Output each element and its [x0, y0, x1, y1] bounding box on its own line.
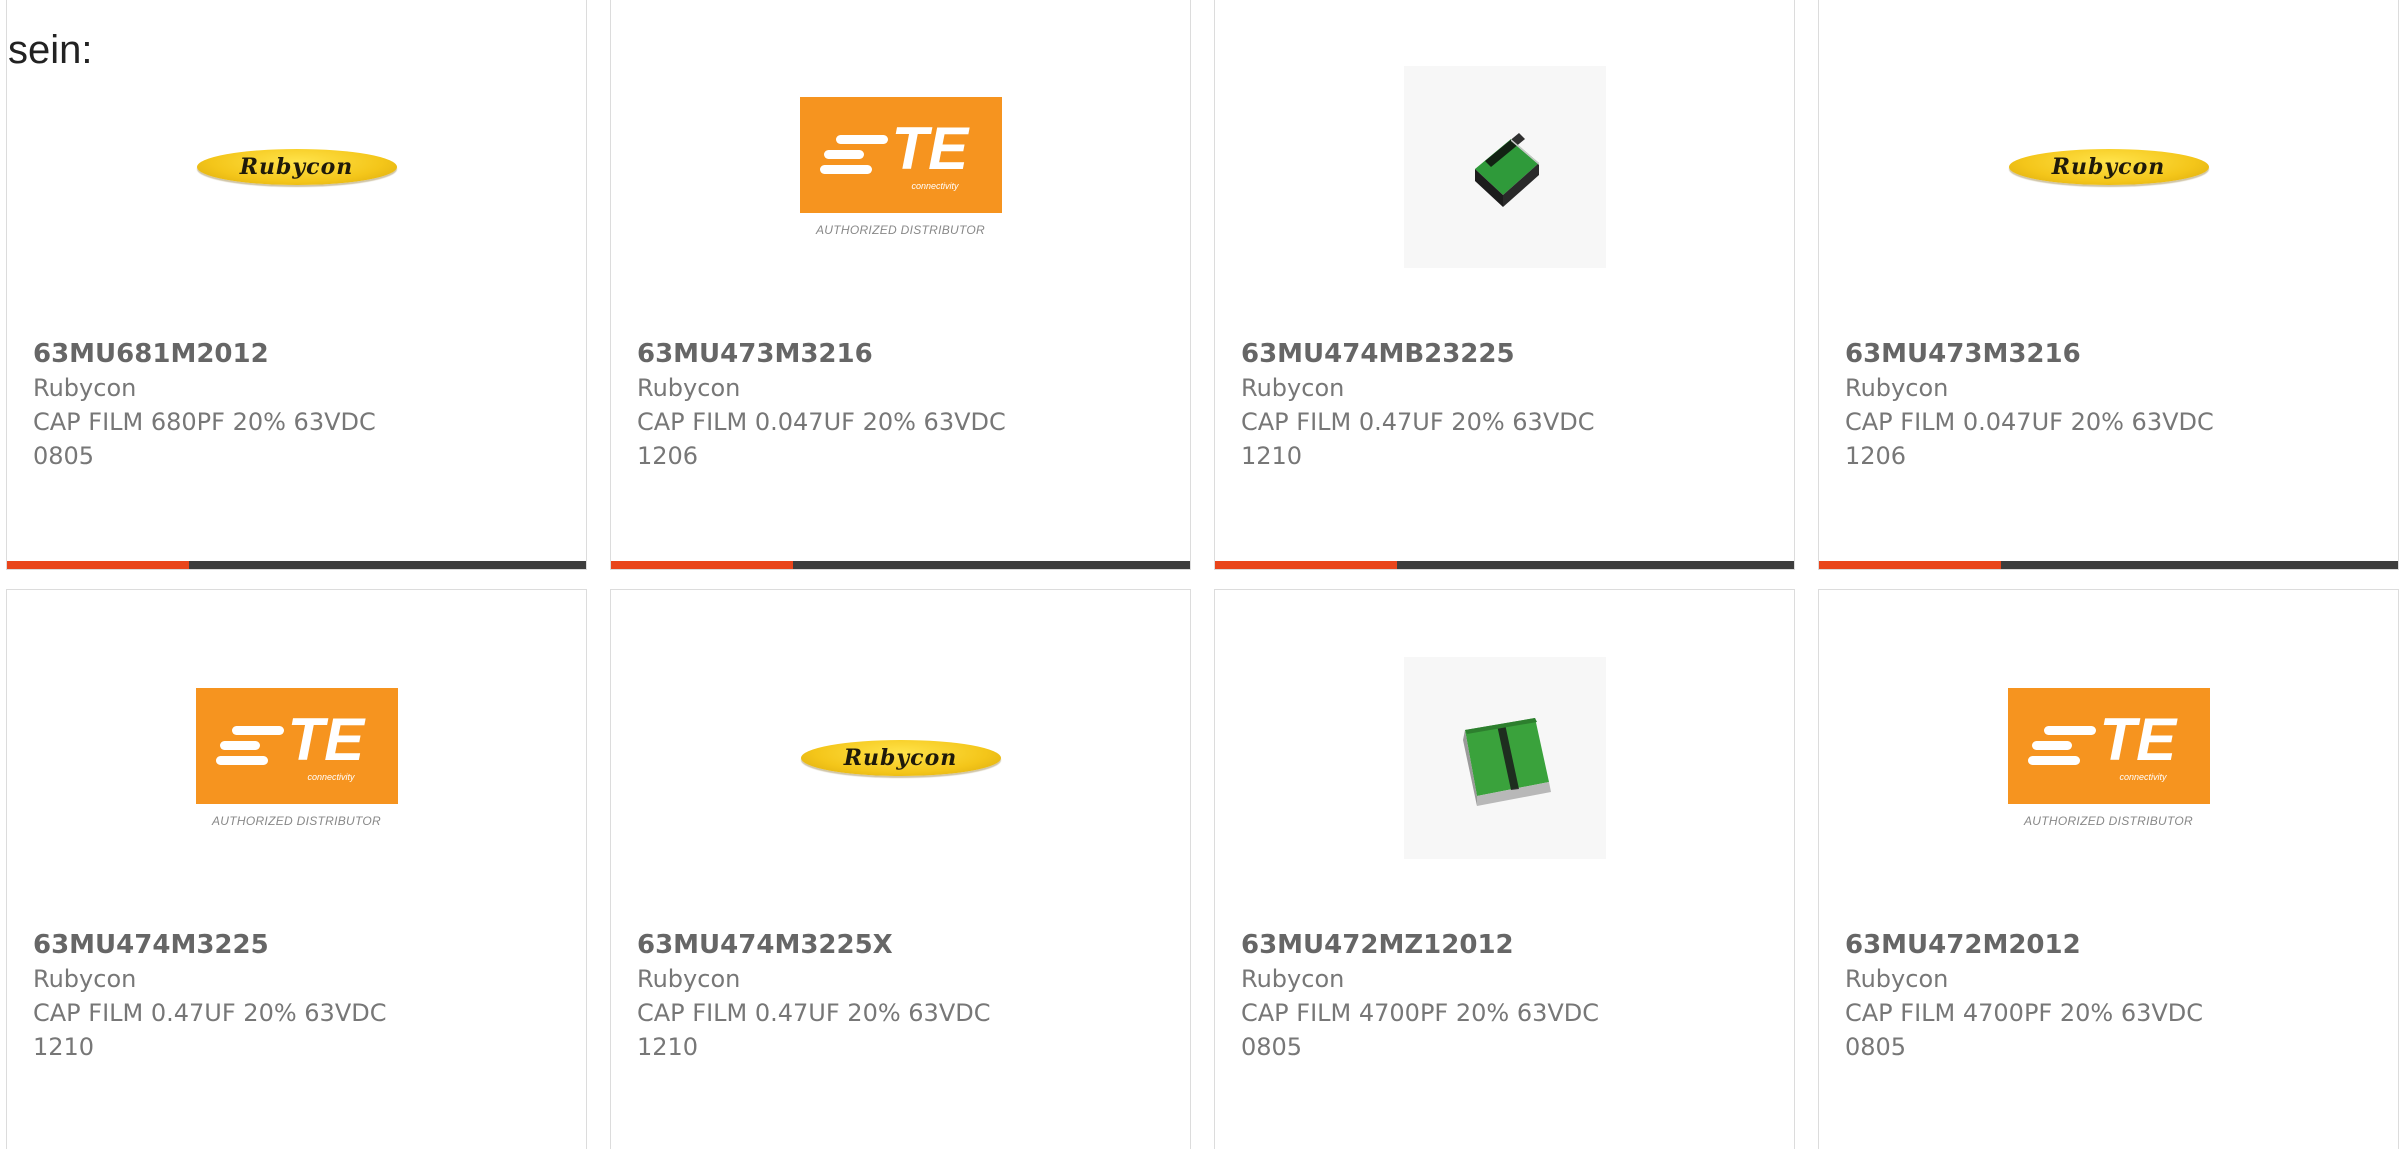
product-card[interactable]: Rubycon 63MU474M3225X Rubycon CAP FILM 0…	[610, 589, 1191, 1149]
product-card[interactable]: TE connectivity AUTHORIZED DISTRIBUTOR 6…	[6, 589, 587, 1149]
manufacturer-name: Rubycon	[1241, 965, 1345, 993]
product-card[interactable]: Rubycon 63MU681M2012 Rubycon CAP FILM 68…	[6, 0, 587, 570]
card-bottom-bar	[1819, 561, 2398, 569]
product-description: CAP FILM 4700PF 20% 63VDC 0805	[1241, 999, 1600, 1061]
part-number-link[interactable]: 63MU473M3216	[637, 337, 1170, 371]
rubycon-logo: Rubycon	[196, 149, 397, 185]
part-number-link[interactable]: 63MU473M3216	[1845, 337, 2378, 371]
product-card[interactable]: 63MU474MB23225 Rubycon CAP FILM 0.47UF 2…	[1214, 0, 1795, 570]
manufacturer-name: Rubycon	[1845, 374, 1949, 402]
part-number-link[interactable]: 63MU472MZ12012	[1241, 928, 1774, 962]
manufacturer-name: Rubycon	[637, 374, 741, 402]
product-card[interactable]: Rubycon 63MU473M3216 Rubycon CAP FILM 0.…	[1818, 0, 2399, 570]
manufacturer-name: Rubycon	[637, 965, 741, 993]
product-description: CAP FILM 0.047UF 20% 63VDC 1206	[1845, 408, 2214, 470]
manufacturer-logo: Rubycon	[2008, 66, 2210, 268]
product-description: CAP FILM 680PF 20% 63VDC 0805	[33, 408, 376, 470]
part-number-link[interactable]: 63MU472M2012	[1845, 928, 2378, 962]
product-description: CAP FILM 4700PF 20% 63VDC 0805	[1845, 999, 2204, 1061]
product-card[interactable]: TE connectivity AUTHORIZED DISTRIBUTOR 6…	[1818, 589, 2399, 1149]
product-description: CAP FILM 0.047UF 20% 63VDC 1206	[637, 408, 1006, 470]
te-logo: TE connectivity AUTHORIZED DISTRIBUTOR	[2007, 688, 2210, 828]
te-logo: TE connectivity AUTHORIZED DISTRIBUTOR	[799, 97, 1002, 237]
product-card[interactable]: TE connectivity AUTHORIZED DISTRIBUTOR 6…	[610, 0, 1191, 570]
part-number-link[interactable]: 63MU474MB23225	[1241, 337, 1774, 371]
manufacturer-name: Rubycon	[33, 374, 137, 402]
product-image	[1403, 657, 1606, 859]
distributor-logo: TE connectivity AUTHORIZED DISTRIBUTOR	[2007, 657, 2210, 859]
product-description: CAP FILM 0.47UF 20% 63VDC 1210	[637, 999, 991, 1061]
manufacturer-name: Rubycon	[1241, 374, 1345, 402]
distributor-logo: TE connectivity AUTHORIZED DISTRIBUTOR	[799, 66, 1002, 268]
intro-text: sein:	[8, 28, 93, 72]
card-bottom-bar	[1215, 561, 1794, 569]
manufacturer-name: Rubycon	[33, 965, 137, 993]
part-number-link[interactable]: 63MU474M3225	[33, 928, 566, 962]
product-card[interactable]: 63MU472MZ12012 Rubycon CAP FILM 4700PF 2…	[1214, 589, 1795, 1149]
part-number-link[interactable]: 63MU681M2012	[33, 337, 566, 371]
rubycon-logo: Rubycon	[800, 740, 1001, 776]
card-bottom-bar	[7, 561, 586, 569]
manufacturer-name: Rubycon	[1845, 965, 1949, 993]
distributor-logo: TE connectivity AUTHORIZED DISTRIBUTOR	[195, 657, 398, 859]
capacitor-chip-photo	[1403, 66, 1606, 268]
product-image	[1403, 66, 1606, 268]
product-grid-page: sein: Rubycon 63MU681M2012 Rubycon CAP F…	[0, 0, 2400, 1149]
manufacturer-logo: Rubycon	[196, 66, 398, 268]
card-bottom-bar	[611, 561, 1190, 569]
part-number-link[interactable]: 63MU474M3225X	[637, 928, 1170, 962]
capacitor-chip-photo	[1403, 657, 1606, 859]
te-logo: TE connectivity AUTHORIZED DISTRIBUTOR	[195, 688, 398, 828]
product-description: CAP FILM 0.47UF 20% 63VDC 1210	[1241, 408, 1595, 470]
manufacturer-logo: Rubycon	[800, 657, 1002, 859]
product-description: CAP FILM 0.47UF 20% 63VDC 1210	[33, 999, 387, 1061]
rubycon-logo: Rubycon	[2008, 149, 2209, 185]
